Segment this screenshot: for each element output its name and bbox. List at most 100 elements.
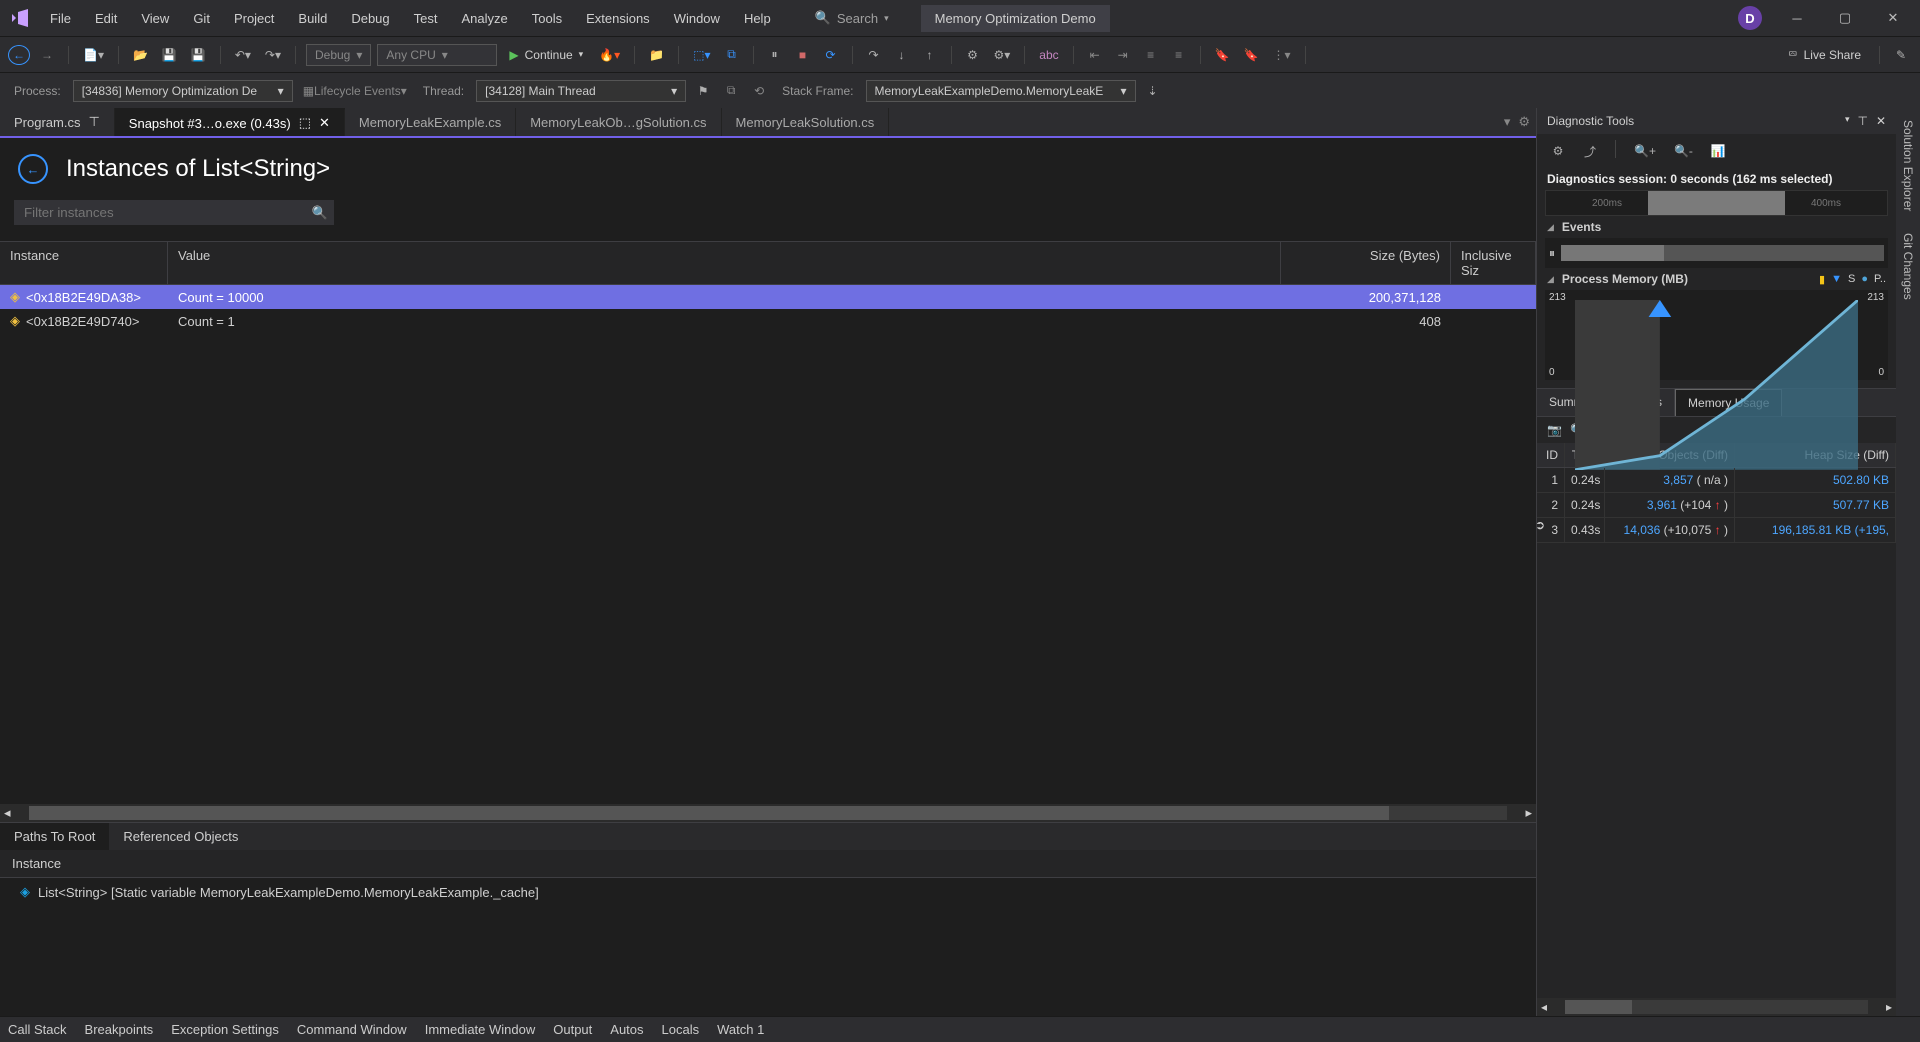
gear-icon[interactable]: ⚙ — [1518, 114, 1530, 130]
git-changes-tab[interactable]: Git Changes — [1901, 227, 1915, 306]
snapshot-row[interactable]: 20.24s3,961 (+104 ↑ )507.77 KB — [1537, 493, 1896, 518]
status-item[interactable]: Output — [553, 1022, 592, 1037]
status-item[interactable]: Autos — [610, 1022, 643, 1037]
menu-extensions[interactable]: Extensions — [574, 5, 662, 32]
status-item[interactable]: Command Window — [297, 1022, 407, 1037]
camera-icon[interactable]: 📷 — [1547, 423, 1562, 437]
export-icon[interactable]: ⤴ — [1579, 140, 1601, 162]
folder-icon[interactable]: 📁 — [645, 44, 668, 66]
platform-dropdown[interactable]: Any CPU ▾ — [377, 44, 497, 66]
nav-back-icon[interactable]: ← — [8, 45, 30, 65]
hot-reload-icon[interactable]: 🔥▾ — [595, 44, 624, 66]
pause-icon[interactable]: ⏸ — [764, 44, 786, 66]
solution-explorer-tab[interactable]: Solution Explorer — [1901, 114, 1915, 217]
stack-select[interactable]: MemoryLeakExampleDemo.MemoryLeakE▾ — [866, 80, 1136, 102]
menu-edit[interactable]: Edit — [83, 5, 129, 32]
grid-hscroll[interactable]: ◂ ▸ — [0, 804, 1536, 822]
menu-project[interactable]: Project — [222, 5, 286, 32]
document-tab[interactable]: MemoryLeakExample.cs — [345, 108, 516, 136]
abc-icon[interactable]: abc — [1035, 44, 1062, 66]
user-avatar[interactable]: D — [1738, 6, 1762, 30]
gear-icon[interactable]: ⚙ — [1547, 140, 1569, 162]
menu-git[interactable]: Git — [181, 5, 222, 32]
status-item[interactable]: Watch 1 — [717, 1022, 764, 1037]
step-out-icon[interactable]: ↑ — [919, 44, 941, 66]
lower-tab[interactable]: Referenced Objects — [109, 823, 252, 850]
screenshot-icon[interactable]: ⧉ — [721, 44, 743, 66]
chart-icon[interactable]: 📊 — [1707, 140, 1730, 162]
filter-input-wrap[interactable]: 🔍 — [14, 200, 334, 225]
open-icon[interactable]: 📂 — [129, 44, 152, 66]
save-icon[interactable]: 💾 — [158, 44, 181, 66]
menu-view[interactable]: View — [129, 5, 181, 32]
instance-row[interactable]: ◈ <0x18B2E49D740>Count = 1408 — [0, 309, 1536, 333]
status-item[interactable]: Call Stack — [8, 1022, 67, 1037]
zoom-in-icon[interactable]: 🔍+ — [1630, 140, 1660, 162]
chevron-down-icon[interactable]: ▾ — [1845, 114, 1850, 128]
search-box[interactable]: 🔍 Search ▾ — [805, 6, 899, 30]
bookmark-icon[interactable]: 🔖 — [1211, 44, 1234, 66]
process-select[interactable]: [34836] Memory Optimization De▾ — [73, 80, 293, 102]
config-dropdown[interactable]: Debug ▾ — [306, 44, 371, 66]
diag-hscroll[interactable]: ◂ ▸ — [1537, 998, 1896, 1016]
menu-build[interactable]: Build — [286, 5, 339, 32]
restart-icon[interactable]: ⟳ — [820, 44, 842, 66]
lower-tab[interactable]: Paths To Root — [0, 823, 109, 850]
instances-grid-body[interactable]: ◈ <0x18B2E49DA38>Count = 10000200,371,12… — [0, 285, 1536, 804]
document-tab[interactable]: Program.cs⊤ — [0, 108, 115, 136]
filter-instances-input[interactable] — [14, 200, 312, 225]
thread-select[interactable]: [34128] Main Thread▾ — [476, 80, 686, 102]
status-item[interactable]: Immediate Window — [425, 1022, 536, 1037]
menu-debug[interactable]: Debug — [339, 5, 401, 32]
menu-file[interactable]: File — [38, 5, 83, 32]
tools-icon[interactable]: ⚙ — [962, 44, 984, 66]
stop-icon[interactable]: ■ — [792, 44, 814, 66]
tools2-icon[interactable]: ⚙▾ — [990, 44, 1015, 66]
save-all-icon[interactable]: 💾 — [187, 44, 210, 66]
pause-icon[interactable]: ⏸ — [1549, 246, 1555, 261]
overflow-icon[interactable]: ⇣ — [1142, 80, 1164, 102]
col-value[interactable]: Value — [168, 242, 1281, 284]
close-icon[interactable]: ✕ — [319, 115, 330, 131]
status-item[interactable]: Locals — [662, 1022, 700, 1037]
menu-tools[interactable]: Tools — [520, 5, 574, 32]
menu-test[interactable]: Test — [402, 5, 450, 32]
events-section-header[interactable]: Events — [1537, 216, 1896, 238]
zoom-out-icon[interactable]: 🔍- — [1670, 140, 1697, 162]
pin-icon[interactable]: ⊤ — [88, 114, 99, 130]
paths-col-instance[interactable]: Instance — [0, 850, 1536, 878]
step-into-icon[interactable]: ↓ — [891, 44, 913, 66]
maximize-button[interactable]: ▢ — [1822, 3, 1868, 33]
close-icon[interactable]: ✕ — [1876, 114, 1886, 128]
path-row[interactable]: ◈ List<String> [Static variable MemoryLe… — [0, 878, 1536, 906]
more-icon[interactable]: ⋮▾ — [1269, 44, 1295, 66]
menu-analyze[interactable]: Analyze — [449, 5, 519, 32]
back-button[interactable]: ← — [18, 154, 48, 184]
instance-row[interactable]: ◈ <0x18B2E49DA38>Count = 10000200,371,12… — [0, 285, 1536, 309]
status-item[interactable]: Breakpoints — [85, 1022, 154, 1037]
procmem-section-header[interactable]: Process Memory (MB) ▮ ▼S ●P.. — [1537, 268, 1896, 290]
flag-icon[interactable]: ⚑ — [692, 80, 714, 102]
close-button[interactable]: ✕ — [1870, 3, 1916, 33]
document-tab[interactable]: MemoryLeakSolution.cs — [722, 108, 890, 136]
col-size[interactable]: Size (Bytes) — [1281, 242, 1451, 284]
bookmark2-icon[interactable]: 🔖 — [1240, 44, 1263, 66]
menu-help[interactable]: Help — [732, 5, 783, 32]
events-track[interactable]: ⏸ — [1545, 238, 1888, 268]
status-item[interactable]: Exception Settings — [171, 1022, 279, 1037]
preview-icon[interactable]: ⬚ — [299, 115, 311, 131]
document-tab[interactable]: MemoryLeakOb…gSolution.cs — [516, 108, 721, 136]
feedback-icon[interactable]: ✎ — [1890, 44, 1912, 66]
col-instance[interactable]: Instance — [0, 242, 168, 284]
timeline-ruler[interactable]: 200ms 400ms — [1545, 190, 1888, 216]
process-memory-chart[interactable]: 213 0 213 0 — [1545, 290, 1888, 380]
continue-button[interactable]: ▶ Continue ▾ — [503, 48, 589, 62]
app-insights-icon[interactable]: ⬚▾ — [689, 44, 714, 66]
snapshot-row[interactable]: 10.24s3,857 ( n/a )502.80 KB — [1537, 468, 1896, 493]
live-share-button[interactable]: ⮹ Live Share — [1780, 43, 1869, 66]
new-item-icon[interactable]: 📄▾ — [79, 44, 108, 66]
snapshot-row[interactable]: ➲30.43s14,036 (+10,075 ↑ )196,185.81 KB … — [1537, 518, 1896, 543]
col-inclusive[interactable]: Inclusive Siz — [1451, 242, 1536, 284]
undo-icon[interactable]: ↶▾ — [231, 44, 255, 66]
document-tab[interactable]: Snapshot #3…o.exe (0.43s)⬚✕ — [115, 108, 345, 136]
